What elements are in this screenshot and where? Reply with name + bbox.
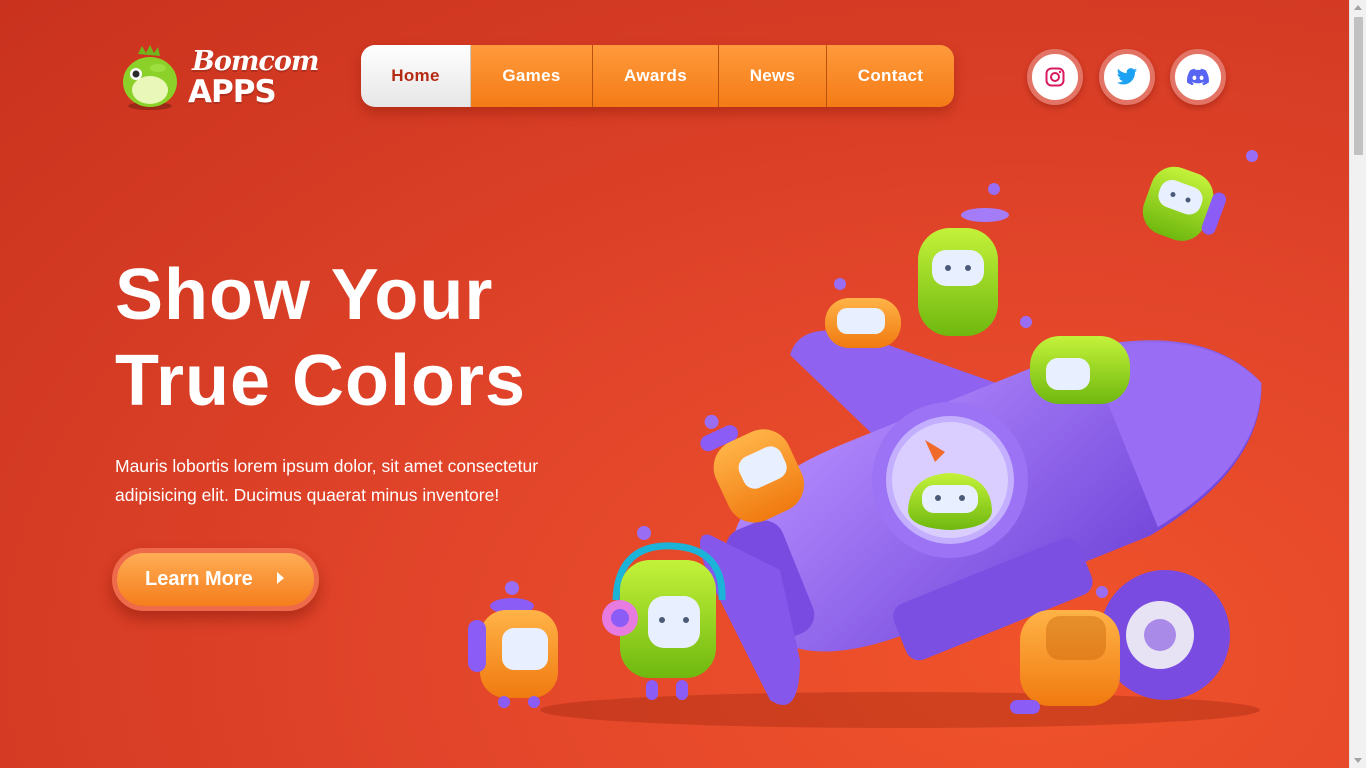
main-nav: Home Games Awards News Contact: [361, 45, 954, 107]
learn-more-label: Learn More: [145, 568, 253, 590]
twitter-icon: [1116, 68, 1138, 85]
discord-icon: [1187, 68, 1209, 86]
instagram-button[interactable]: [1027, 49, 1083, 105]
discord-button[interactable]: [1170, 49, 1226, 105]
logo-text-line2: APPS: [188, 74, 277, 110]
instagram-icon: [1045, 67, 1065, 87]
robot-orange-small: [468, 581, 558, 708]
vertical-scrollbar[interactable]: [1349, 0, 1366, 768]
scroll-thumb[interactable]: [1354, 17, 1363, 155]
nav-item-news[interactable]: News: [719, 45, 827, 107]
nav-item-home[interactable]: Home: [361, 45, 471, 107]
learn-more-button[interactable]: Learn More: [112, 548, 319, 611]
robot-orange-top: [825, 278, 901, 348]
nav-item-contact[interactable]: Contact: [827, 45, 954, 107]
antenna-ball: [1246, 150, 1258, 162]
hero-illustration: [468, 150, 1262, 728]
nav-item-awards[interactable]: Awards: [593, 45, 719, 107]
robot-floating-green: [1142, 166, 1227, 241]
twitter-button[interactable]: [1099, 49, 1155, 105]
robot-green-right: [1020, 316, 1130, 404]
logo-text-line1: Bomcom: [192, 46, 319, 77]
scroll-down-icon[interactable]: [1354, 758, 1362, 763]
dino-mascot-icon: [123, 45, 177, 110]
nav-item-games[interactable]: Games: [471, 45, 593, 107]
rocket-porthole: [872, 402, 1028, 558]
robot-green-top: [918, 183, 1009, 336]
brand-logo[interactable]: Bomcom APPS: [118, 40, 319, 116]
scroll-up-icon[interactable]: [1354, 5, 1362, 10]
landing-page: Bomcom APPS Home Games Awards News Conta…: [0, 0, 1349, 768]
robot-green-headphones: [602, 526, 726, 700]
caret-right-icon: [277, 572, 284, 584]
